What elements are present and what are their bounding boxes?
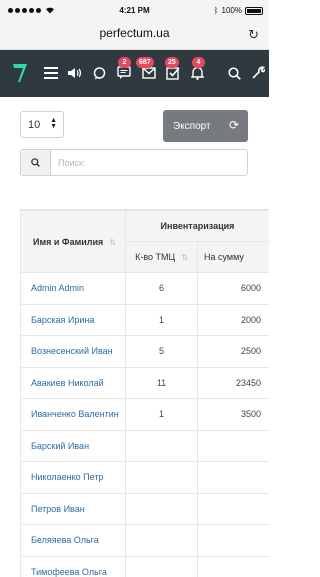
- logo-icon[interactable]: [12, 62, 28, 84]
- employee-name-link[interactable]: Admin Admin: [20, 272, 126, 305]
- column-header-name-label: Имя и Фамилия: [33, 236, 104, 247]
- bluetooth-icon: ᛒ: [213, 6, 219, 15]
- sort-icon: ⇅: [181, 253, 188, 262]
- chat-icon[interactable]: [93, 64, 106, 82]
- reload-icon[interactable]: ↻: [248, 27, 259, 43]
- notifications-bell-icon[interactable]: 4: [191, 57, 205, 82]
- column-header-name[interactable]: Имя и Фамилия ⇅: [20, 210, 126, 273]
- table-row: Тимофеева Ольга: [20, 556, 269, 577]
- sum-cell: 2000: [197, 304, 269, 336]
- table-row: Барская Ирина 1 2000: [20, 304, 269, 336]
- qty-cell: 6: [125, 272, 198, 305]
- export-button-label: Экспорт: [173, 121, 211, 132]
- messages-badge: 2: [118, 57, 131, 68]
- qty-cell: [125, 461, 198, 494]
- qty-cell: 11: [125, 367, 198, 399]
- employee-name-link[interactable]: Вознесенский Иван: [20, 335, 126, 368]
- wrench-icon[interactable]: [251, 64, 265, 82]
- export-button[interactable]: Экспорт ⟳: [163, 110, 248, 142]
- page-length-value: 10: [28, 119, 41, 131]
- search-box: [20, 149, 248, 176]
- qty-cell: [125, 524, 198, 557]
- employee-name-link[interactable]: Тимофеева Ольга: [20, 556, 126, 577]
- table-row: Admin Admin 6 6000: [20, 272, 269, 305]
- sum-cell: [197, 556, 269, 577]
- qty-cell: 1: [125, 398, 198, 431]
- search-icon[interactable]: [228, 64, 241, 82]
- mail-icon[interactable]: 687: [136, 57, 156, 82]
- qty-cell: [125, 430, 198, 462]
- mail-badge: 687: [136, 57, 154, 68]
- sum-cell: 3500: [197, 398, 269, 431]
- refresh-icon[interactable]: ⟳: [229, 118, 239, 132]
- sum-cell: [197, 493, 269, 525]
- column-header-qty[interactable]: К-во ТМЦ ⇅: [125, 241, 198, 273]
- notifications-badge: 4: [192, 57, 205, 68]
- inventory-table: Имя и Фамилия ⇅ Инвентаризация К-во ТМЦ ⇅ …: [20, 210, 269, 577]
- search-field-icon: [31, 158, 40, 167]
- search-addon: [21, 150, 51, 175]
- messages-icon[interactable]: 2: [117, 57, 131, 82]
- table-row: Беляяева Ольга: [20, 524, 269, 557]
- status-bar: 4:21 PM ᛒ 100%: [0, 0, 269, 22]
- table-row: Николаенко Петр: [20, 461, 269, 494]
- page-length-select[interactable]: 10 ▲ ▼: [20, 111, 64, 138]
- inventory-table-wrapper: Имя и Фамилия ⇅ Инвентаризация К-во ТМЦ ⇅ …: [20, 209, 269, 577]
- employee-name-link[interactable]: Иванченко Валентин: [20, 398, 126, 431]
- sum-cell: 2500: [197, 335, 269, 368]
- browser-chrome: 4:21 PM ᛒ 100% perfectum.ua ↻: [0, 0, 269, 50]
- sum-cell: 6000: [197, 272, 269, 305]
- qty-cell: 5: [125, 335, 198, 368]
- sum-cell: [197, 524, 269, 557]
- menu-icon[interactable]: [44, 64, 58, 82]
- status-right: ᛒ 100%: [214, 6, 263, 15]
- table-row: Петров Иван: [20, 493, 269, 525]
- column-header-sum[interactable]: На сумму: [197, 241, 269, 273]
- employee-name-link[interactable]: Барская Ирина: [20, 304, 126, 336]
- sum-cell: [197, 430, 269, 462]
- volume-icon[interactable]: [67, 64, 82, 82]
- search-input[interactable]: [52, 150, 247, 175]
- battery-icon: [245, 6, 263, 15]
- qty-cell: 1: [125, 304, 198, 336]
- employee-name-link[interactable]: Петров Иван: [20, 493, 126, 525]
- tasks-icon[interactable]: 25: [165, 57, 180, 82]
- top-navbar: 2 687 25 4: [0, 50, 269, 97]
- address-bar-url[interactable]: perfectum.ua: [0, 26, 269, 42]
- column-header-qty-label: К-во ТМЦ: [135, 252, 176, 262]
- table-row: Барский Иван: [20, 430, 269, 462]
- sum-cell: [197, 461, 269, 494]
- column-group-inventory: Инвентаризация: [125, 210, 269, 242]
- employee-name-link[interactable]: Авакиев Николай: [20, 367, 126, 399]
- select-caret-icon: ▲ ▼: [50, 117, 57, 130]
- employee-name-link[interactable]: Николаенко Петр: [20, 461, 126, 494]
- table-row: Вознесенский Иван 5 2500: [20, 335, 269, 368]
- employee-name-link[interactable]: Барский Иван: [20, 430, 126, 462]
- qty-cell: [125, 493, 198, 525]
- sort-icon: ⇅: [109, 237, 116, 247]
- employee-name-link[interactable]: Беляяева Ольга: [20, 524, 126, 557]
- tasks-badge: 25: [165, 57, 179, 68]
- qty-cell: [125, 556, 198, 577]
- sum-cell: 23450: [197, 367, 269, 399]
- battery-percent: 100%: [221, 6, 242, 15]
- table-row: Авакиев Николай 11 23450: [20, 367, 269, 399]
- table-row: Иванченко Валентин 1 3500: [20, 398, 269, 431]
